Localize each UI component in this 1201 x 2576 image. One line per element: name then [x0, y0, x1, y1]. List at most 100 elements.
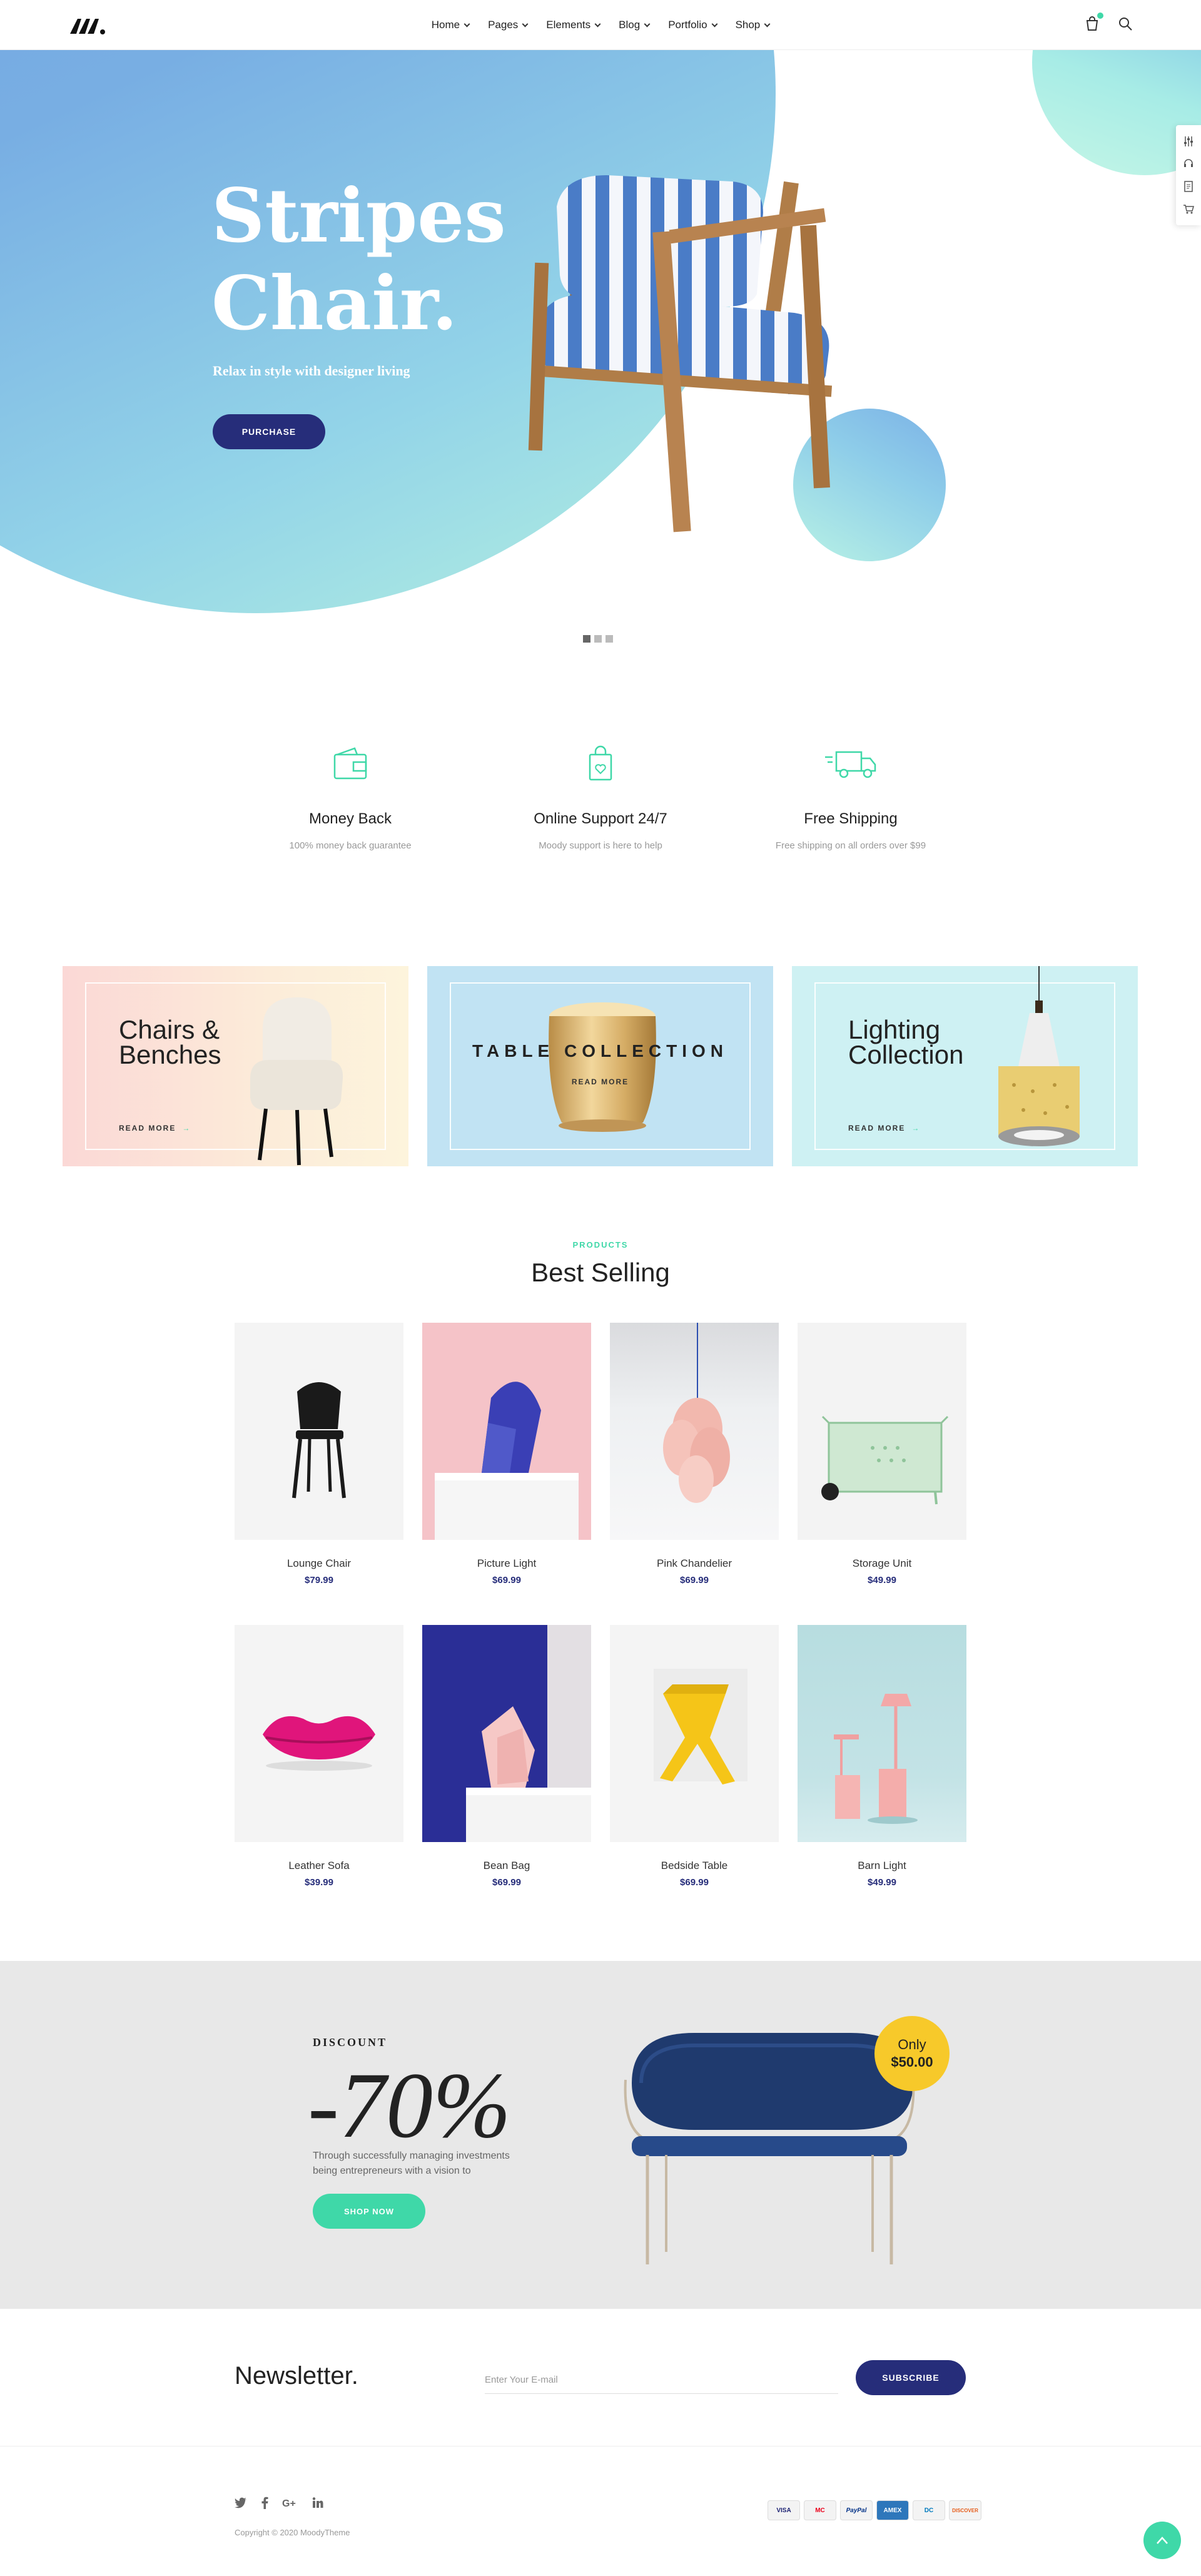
paypal-icon: PayPal: [840, 2500, 873, 2520]
product-price: $79.99: [305, 1575, 333, 1586]
nav-item-elements[interactable]: Elements: [546, 19, 601, 31]
discount-description: Through successfully managing investment…: [313, 2149, 538, 2179]
shop-now-button[interactable]: SHOP NOW: [313, 2194, 425, 2229]
section-kicker: PRODUCTS: [572, 1240, 629, 1250]
product-price: $69.99: [680, 1575, 709, 1586]
google-plus-icon[interactable]: G+: [282, 2497, 298, 2508]
product-image[interactable]: [798, 1323, 966, 1540]
diners-club-icon: DC: [913, 2500, 945, 2520]
banner-title-line: Benches: [119, 1040, 221, 1069]
purchase-button[interactable]: PURCHASE: [213, 414, 325, 449]
product-card[interactable]: Bedside Table $69.99: [610, 1625, 779, 1888]
arrow-right-icon: →: [182, 1124, 191, 1133]
read-more-label: READ MORE: [119, 1124, 176, 1133]
twitter-icon[interactable]: [235, 2497, 247, 2508]
product-price: $49.99: [868, 1877, 896, 1888]
subscribe-button[interactable]: SUBSCRIBE: [856, 2360, 966, 2395]
document-icon[interactable]: [1182, 180, 1195, 193]
product-name[interactable]: Leather Sofa: [235, 1860, 403, 1872]
bedside-table-image: [654, 1669, 747, 1784]
read-more-link[interactable]: READ MORE →: [119, 1124, 191, 1133]
chevron-down-icon: [594, 21, 601, 27]
nav-item-blog[interactable]: Blog: [619, 19, 651, 31]
product-card[interactable]: Bean Bag $69.99: [422, 1625, 591, 1888]
read-more-link[interactable]: READ MORE: [427, 1077, 773, 1086]
nav-item-pages[interactable]: Pages: [488, 19, 529, 31]
cart-badge: [1097, 13, 1103, 19]
support-icon[interactable]: [1182, 158, 1195, 170]
nav-label: Pages: [488, 19, 519, 31]
feature-money-back: Money Back 100% money back guarantee: [256, 745, 444, 851]
mastercard-icon: MC: [804, 2500, 836, 2520]
product-card[interactable]: Storage Unit $49.99: [798, 1323, 966, 1586]
product-image[interactable]: [235, 1323, 403, 1540]
feature-title: Free Shipping: [804, 810, 898, 827]
chevron-up-icon: [1157, 2537, 1168, 2544]
slider-dot[interactable]: [594, 635, 602, 643]
settings-icon[interactable]: [1182, 135, 1195, 148]
chevron-down-icon: [711, 21, 718, 27]
banner-lighting-collection[interactable]: Lighting Collection READ MORE →: [792, 966, 1138, 1166]
product-card[interactable]: Leather Sofa $39.99: [235, 1625, 403, 1888]
hero-title: Stripes Chair.: [211, 172, 537, 347]
site-header: Home Pages Elements Blog Portfolio Shop: [0, 0, 1201, 50]
visa-card-icon: VISA: [768, 2500, 800, 2520]
svg-text:G+: G+: [282, 2498, 296, 2508]
chevron-down-icon: [644, 21, 651, 27]
product-name[interactable]: Picture Light: [422, 1557, 591, 1570]
product-image[interactable]: [235, 1625, 403, 1842]
facebook-icon[interactable]: [261, 2497, 268, 2509]
product-card[interactable]: Barn Light $49.99: [798, 1625, 966, 1888]
bean-bag-image: [466, 1706, 591, 1842]
cart-button[interactable]: [1083, 13, 1103, 33]
copyright-text: Copyright © 2020 MoodyTheme: [235, 2528, 350, 2537]
nav-item-home[interactable]: Home: [432, 19, 470, 31]
product-name[interactable]: Bean Bag: [422, 1860, 591, 1872]
armchair-image: [250, 997, 343, 1166]
product-card[interactable]: Lounge Chair $79.99: [235, 1323, 403, 1586]
barn-light-image: [834, 1694, 918, 1824]
cart-icon[interactable]: [1182, 203, 1195, 215]
wallet-icon: [333, 747, 367, 780]
email-input[interactable]: [485, 2366, 838, 2394]
newsletter-title: Newsletter.: [235, 2362, 358, 2390]
read-more-link[interactable]: READ MORE →: [848, 1124, 920, 1133]
banner-table-collection[interactable]: TABLE COLLECTION READ MORE: [427, 966, 773, 1166]
truck-icon: [825, 751, 876, 778]
product-image[interactable]: [610, 1625, 779, 1842]
back-to-top-button[interactable]: [1143, 2522, 1181, 2559]
slider-dot[interactable]: [583, 635, 590, 643]
features-section: Money Back 100% money back guarantee Onl…: [0, 745, 1201, 857]
slider-dot[interactable]: [606, 635, 613, 643]
search-icon[interactable]: [1117, 16, 1133, 32]
product-card[interactable]: Picture Light $69.99: [422, 1323, 591, 1586]
product-image[interactable]: [422, 1625, 591, 1842]
feature-description: Moody support is here to help: [539, 840, 662, 851]
side-toolbar: [1176, 125, 1201, 225]
product-price: $69.99: [492, 1575, 521, 1586]
product-name[interactable]: Pink Chandelier: [610, 1557, 779, 1570]
discover-icon: DISCOVER: [949, 2500, 981, 2520]
slider-pagination: [583, 635, 613, 643]
product-name[interactable]: Barn Light: [798, 1860, 966, 1872]
discount-value: -70%: [308, 2054, 511, 2157]
banner-chairs-benches[interactable]: Chairs & Benches READ MORE →: [63, 966, 408, 1166]
feature-online-support: Online Support 24/7 Moody support is her…: [507, 745, 694, 851]
product-image[interactable]: [798, 1625, 966, 1842]
product-name[interactable]: Storage Unit: [798, 1557, 966, 1570]
product-image[interactable]: [610, 1323, 779, 1540]
product-image[interactable]: [422, 1323, 591, 1540]
newsletter-section: Newsletter. SUBSCRIBE: [0, 2309, 1201, 2446]
shopping-bag-icon: [589, 745, 612, 781]
picture-light-image: [435, 1382, 579, 1540]
discount-kicker: DISCOUNT: [313, 2036, 388, 2049]
nav-item-shop[interactable]: Shop: [736, 19, 771, 31]
banner-title: TABLE COLLECTION: [472, 1041, 728, 1061]
discount-text-line: being entrepreneurs with a vision to: [313, 2166, 471, 2176]
linkedin-icon[interactable]: [312, 2497, 323, 2508]
nav-item-portfolio[interactable]: Portfolio: [668, 19, 718, 31]
product-name[interactable]: Lounge Chair: [235, 1557, 403, 1570]
discount-text-line: Through successfully managing investment…: [313, 2151, 510, 2161]
product-name[interactable]: Bedside Table: [610, 1860, 779, 1872]
product-card[interactable]: Pink Chandelier $69.99: [610, 1323, 779, 1586]
